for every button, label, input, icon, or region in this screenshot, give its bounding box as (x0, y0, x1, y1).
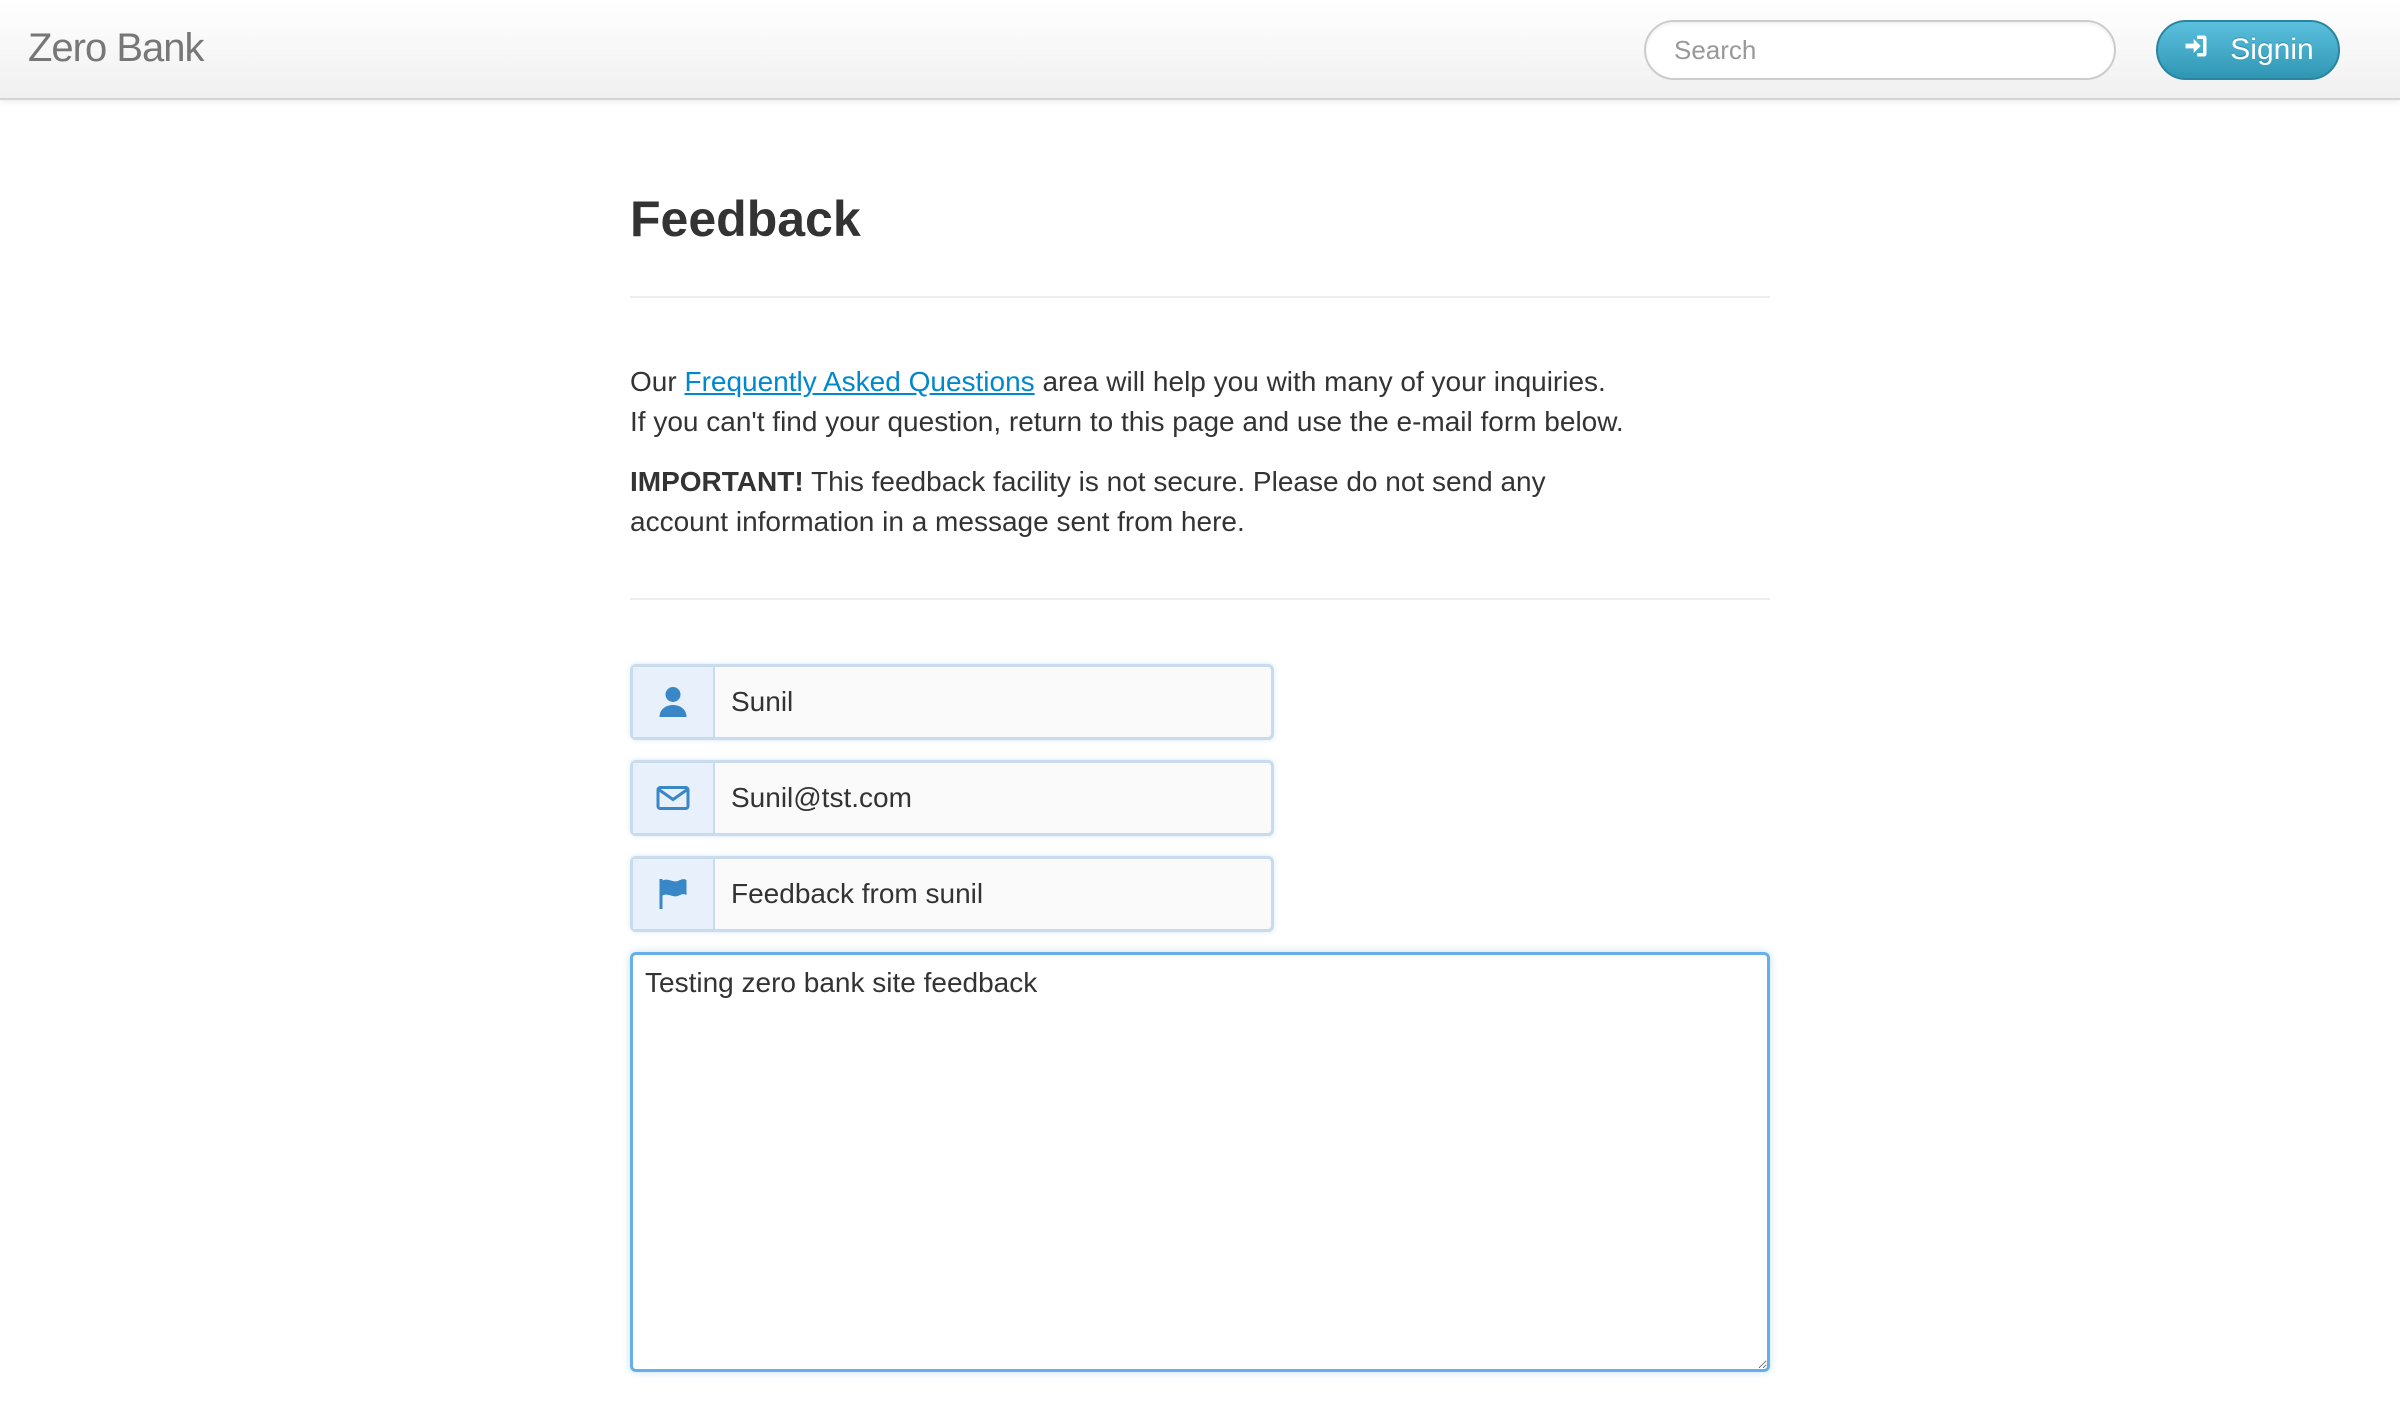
signin-icon (2182, 32, 2210, 68)
comment-textarea[interactable]: Testing zero bank site feedback (630, 952, 1770, 1372)
name-input[interactable] (715, 667, 1271, 737)
subject-field (630, 856, 1274, 932)
signin-button[interactable]: Signin (2156, 20, 2340, 80)
envelope-icon (633, 763, 715, 833)
signin-label: Signin (2230, 33, 2314, 66)
brand-logo[interactable]: Zero Bank (28, 26, 205, 71)
intro-prefix: Our (630, 366, 685, 397)
flag-icon (633, 859, 715, 929)
warning-label: IMPORTANT! (630, 466, 804, 497)
user-icon (633, 667, 715, 737)
warning-paragraph: IMPORTANT! This feedback facility is not… (630, 462, 1550, 542)
intro-line2: If you can't find your question, return … (630, 406, 1624, 437)
name-field (630, 664, 1274, 740)
intro-divider (630, 598, 1770, 600)
search-input[interactable] (1644, 20, 2116, 80)
email-input[interactable] (715, 763, 1271, 833)
subject-input[interactable] (715, 859, 1271, 929)
intro-text: Our Frequently Asked Questions area will… (630, 362, 1770, 562)
page-title: Feedback (630, 191, 861, 247)
title-divider (630, 296, 1770, 298)
faq-link[interactable]: Frequently Asked Questions (684, 366, 1034, 397)
intro-suffix: area will help you with many of your inq… (1034, 366, 1606, 397)
email-field (630, 760, 1274, 836)
top-navbar: Zero Bank Signin (0, 0, 2400, 100)
intro-paragraph: Our Frequently Asked Questions area will… (630, 362, 1770, 442)
